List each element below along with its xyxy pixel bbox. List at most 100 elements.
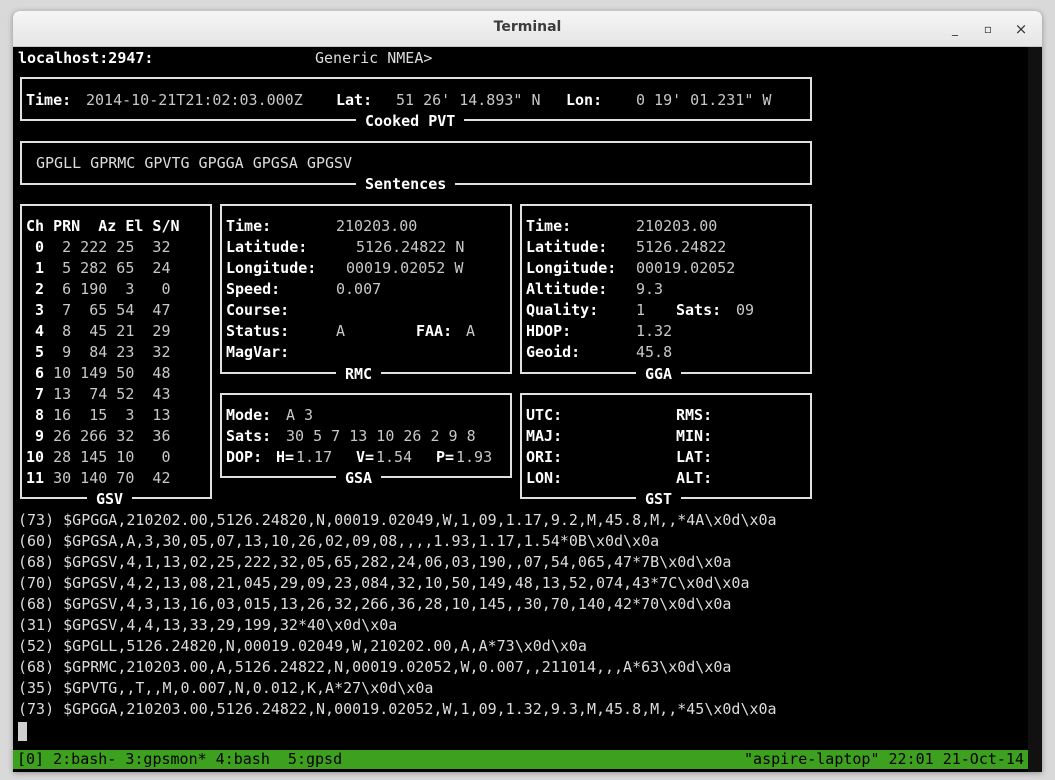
- gsv-sat-data: 6 190 3 0: [44, 280, 171, 298]
- gga-lat-value: 5126.24822: [636, 238, 727, 256]
- gsv-row: 7 13 74 52 43: [26, 384, 171, 405]
- rmc-magvar-label: MagVar:: [226, 343, 290, 361]
- nmea-log-line: (68) $GPGSV,4,1,13,02,25,222,32,05,65,28…: [18, 553, 732, 571]
- gsv-channel: 5: [26, 343, 45, 361]
- gga-sats-value: 09: [736, 301, 755, 319]
- gsv-row: 2 6 190 3 0: [26, 279, 171, 300]
- pvt-lat-value: 51 26' 14.893" N: [396, 91, 541, 109]
- title-bar[interactable]: Terminal _ ▫ ×: [13, 11, 1042, 47]
- gsv-channel: 6: [26, 364, 45, 382]
- gsa-sats-label: Sats:: [226, 427, 272, 445]
- gsa-p-label: P=: [436, 448, 455, 466]
- gst-rms-label: RMS:: [676, 406, 713, 424]
- gsv-channel: 3: [26, 301, 45, 319]
- gst-title: GST: [636, 490, 682, 509]
- gsv-sat-data: 16 15 3 13: [44, 406, 171, 424]
- gsv-channel: 1: [26, 259, 45, 277]
- gsa-mode-value: A 3: [286, 406, 314, 424]
- pvt-time-value: 2014-10-21T21:02:03.000Z: [86, 91, 303, 109]
- gst-ori-label: ORI:: [526, 448, 563, 466]
- gga-quality-value: 1: [636, 301, 646, 319]
- tmux-window-list[interactable]: [0] 2:bash- 3:gpsmon* 4:bash 5:gpsd: [17, 750, 342, 769]
- terminal-cursor: [18, 722, 27, 741]
- gsv-channel: 7: [26, 385, 45, 403]
- gsv-header: Ch PRN Az El S/N: [26, 217, 180, 235]
- tmux-status-right: "aspire-laptop" 22:01 21-Oct-14: [744, 750, 1024, 768]
- window-title: Terminal: [493, 19, 562, 35]
- gga-geoid-label: Geoid:: [526, 343, 581, 361]
- gga-lon-value: 00019.02052: [636, 259, 736, 277]
- gst-panel: [520, 393, 812, 499]
- gsv-row: 5 9 84 23 32: [26, 342, 170, 363]
- rmc-lon-label: Longitude:: [226, 259, 317, 277]
- gsv-sat-data: 7 65 54 47: [44, 301, 171, 319]
- nmea-log-line: (68) $GPGSV,4,3,13,16,03,015,13,26,32,26…: [18, 595, 732, 613]
- gsa-title: GSA: [336, 469, 382, 488]
- gsv-sat-data: 13 74 52 43: [44, 385, 171, 403]
- rmc-lat-value: 5126.24822 N: [356, 238, 465, 256]
- device-label: Generic NMEA>: [315, 49, 433, 67]
- gsv-sat-data: 26 266 32 36: [44, 427, 171, 445]
- gsv-sat-data: 5 282 65 24: [44, 259, 171, 277]
- gst-lon-label: LON:: [526, 469, 563, 487]
- maximize-button[interactable]: ▫: [979, 20, 997, 38]
- gsv-row: 10 28 145 10 0: [26, 447, 171, 468]
- nmea-log-line: (70) $GPGSV,4,2,13,08,21,045,29,09,23,08…: [18, 574, 750, 592]
- rmc-time-value: 210203.00: [336, 217, 418, 235]
- gst-utc-label: UTC:: [526, 406, 563, 424]
- rmc-speed-label: Speed:: [226, 280, 281, 298]
- nmea-log-line: (60) $GPGSA,A,3,30,05,07,13,10,26,02,09,…: [18, 532, 660, 550]
- rmc-faa-value: A: [466, 322, 476, 340]
- minimize-button[interactable]: _: [946, 20, 964, 38]
- gsv-sat-data: 28 145 10 0: [44, 448, 171, 466]
- gsv-row: 4 8 45 21 29: [26, 321, 170, 342]
- gsa-mode-label: Mode:: [226, 406, 272, 424]
- scrollbar[interactable]: [1028, 47, 1042, 772]
- gsv-channel: 0: [26, 238, 45, 256]
- gsa-v-value: 1.54: [376, 448, 413, 466]
- rmc-title: RMC: [336, 365, 382, 384]
- nmea-log-line: (31) $GPGSV,4,4,13,33,29,199,32*40\x0d\x…: [18, 616, 398, 634]
- gsv-row: 9 26 266 32 36: [26, 426, 171, 447]
- sentences-list: GPGLL GPRMC GPVTG GPGGA GPGSA GPGSV: [36, 154, 353, 172]
- rmc-speed-value: 0.007: [336, 280, 382, 298]
- close-button[interactable]: ×: [1012, 20, 1030, 38]
- pvt-time-label: Time:: [26, 91, 72, 109]
- gsv-row: 0 2 222 25 32: [26, 237, 171, 258]
- nmea-log-line: (35) $GPVTG,,T,,M,0.007,N,0.012,K,A*27\x…: [18, 679, 434, 697]
- gga-hdop-value: 1.32: [636, 322, 673, 340]
- gsv-title: GSV: [87, 490, 133, 509]
- gsv-row: 8 16 15 3 13: [26, 405, 171, 426]
- gsa-dop-label: DOP:: [226, 448, 263, 466]
- gsv-sat-data: 2 222 25 32: [44, 238, 171, 256]
- rmc-lat-label: Latitude:: [226, 238, 308, 256]
- tmux-status-bar: [0] 2:bash- 3:gpsmon* 4:bash 5:gpsd "asp…: [13, 750, 1028, 769]
- gga-alt-label: Altitude:: [526, 280, 608, 298]
- nmea-log-line: (73) $GPGGA,210202.00,5126.24820,N,00019…: [18, 511, 777, 529]
- gga-geoid-value: 45.8: [636, 343, 673, 361]
- rmc-faa-label: FAA:: [416, 322, 453, 340]
- gga-time-label: Time:: [526, 217, 572, 235]
- terminal-content[interactable]: localhost:2947: Generic NMEA> Time: 2014…: [13, 47, 1028, 772]
- gga-quality-label: Quality:: [526, 301, 599, 319]
- sentences-title: Sentences: [356, 175, 456, 194]
- rmc-status-label: Status:: [226, 322, 290, 340]
- gsa-p-value: 1.93: [456, 448, 493, 466]
- gga-lat-label: Latitude:: [526, 238, 608, 256]
- gst-lat-label: LAT:: [676, 448, 713, 466]
- gst-min-label: MIN:: [676, 427, 713, 445]
- gsv-channel: 11: [26, 469, 45, 487]
- gsv-sat-data: 30 140 70 42: [44, 469, 171, 487]
- gga-title: GGA: [636, 365, 682, 384]
- gsv-channel: 2: [26, 280, 45, 298]
- gst-maj-label: MAJ:: [526, 427, 563, 445]
- gsv-sat-data: 10 149 50 48: [44, 364, 171, 382]
- gga-time-value: 210203.00: [636, 217, 718, 235]
- terminal-window: Terminal _ ▫ × localhost:2947: Generic N…: [13, 11, 1042, 772]
- gsa-sats-value: 30 5 7 13 10 26 2 9 8: [286, 427, 476, 445]
- gsa-v-label: V=: [356, 448, 375, 466]
- gga-alt-value: 9.3: [636, 280, 664, 298]
- nmea-log-line: (68) $GPRMC,210203.00,A,5126.24822,N,000…: [18, 658, 732, 676]
- gsv-row: 6 10 149 50 48: [26, 363, 171, 384]
- nmea-log-line: (52) $GPGLL,5126.24820,N,00019.02049,W,2…: [18, 637, 587, 655]
